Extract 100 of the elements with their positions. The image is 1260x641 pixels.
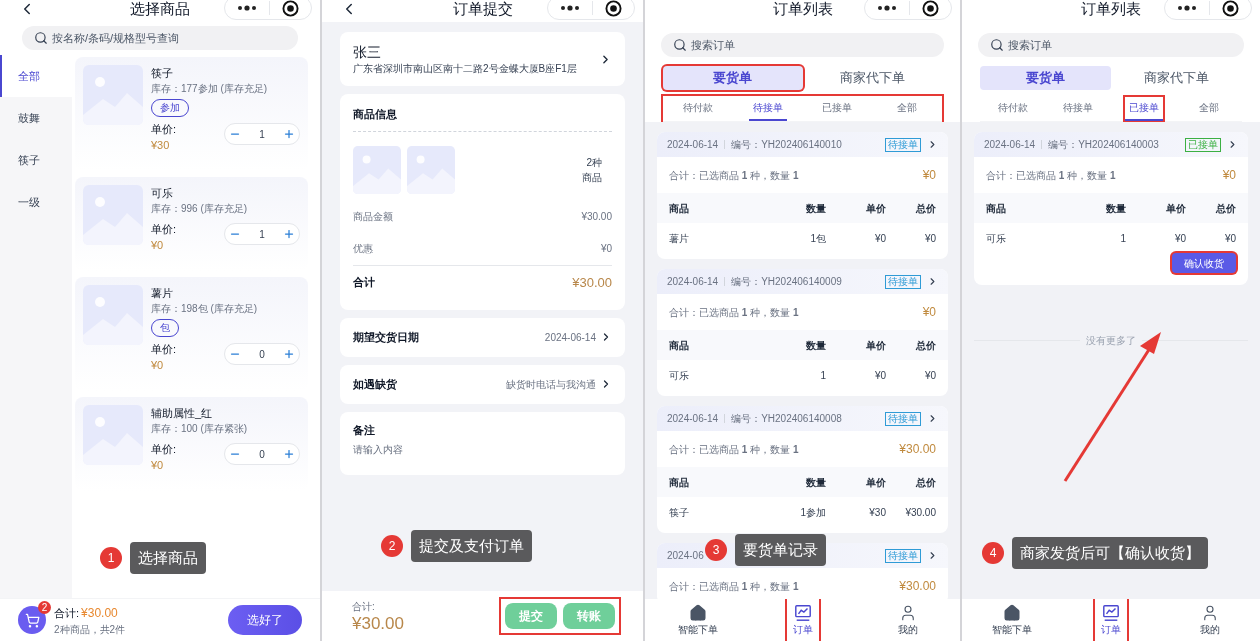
amount-label: 商品金额 [353,209,393,224]
status-tab[interactable]: 待接单 [1059,96,1098,121]
target-icon[interactable] [282,0,299,17]
column-header: 单价 [865,338,886,353]
category-item[interactable]: 一级 [0,181,72,223]
option-label: 如遇缺货 [353,376,398,392]
address-card[interactable]: 张三 广东省深圳市南山区南十二路2号金蝶大厦B座F1层 [340,32,625,86]
confirm-button[interactable]: 选好了 [228,605,302,635]
status-tag: 待接单 [885,137,921,152]
quantity-value: 0 [259,447,265,462]
confirm-receipt-button[interactable]: 确认收货 [1172,253,1236,273]
category-item[interactable]: 鼓舞 [0,97,72,139]
nav-item[interactable]: 我的 [1194,599,1227,641]
plus-button[interactable] [283,348,295,360]
plus-button[interactable] [283,128,295,140]
price-label: 单价: [151,442,177,457]
nav-item[interactable]: 订单 [1095,599,1127,641]
nav-item[interactable]: 智能下单 [985,599,1038,641]
target-icon[interactable] [1222,0,1239,17]
order-card[interactable]: 2024-06-14 编号：YH202406140008 待接单 合计：已选商品 1 种，数量 1 ¥30.00 商品 数量 单价 总价 筷子 1参加 ¥30 ¥30.00 [657,406,948,533]
column-header: 商品 [669,201,690,216]
stock-info: 库存：177参加 (库存充足) [151,82,269,96]
order-type-tab[interactable]: 要货单 [663,66,803,90]
more-icon[interactable] [877,5,897,11]
nav-item[interactable]: 智能下单 [671,599,724,641]
plus-button[interactable] [283,448,295,460]
more-icon[interactable] [560,5,580,11]
product-name: 筷子 [151,66,174,81]
capsule-menu[interactable] [547,0,635,20]
column-header: 总价 [914,201,936,216]
capsule-menu[interactable] [864,0,952,20]
column-header: 数量 [1105,201,1126,216]
column-header: 数量 [805,475,826,490]
table-cell-text: ¥0 [1223,231,1236,246]
status-tab[interactable]: 已接单 [818,96,857,121]
section-title: 商品信息 [353,106,612,132]
table-cell-text: 薯片 [669,231,690,246]
order-number: 编号：YH202406140009 [731,275,842,289]
target-icon[interactable] [922,0,939,17]
product-price: ¥0 [151,238,165,253]
end-of-list: 没有更多了 [1086,333,1136,348]
order-type-tab[interactable]: 商家代下单 [1111,66,1242,90]
order-summary: 合计：已选商品 1 种，数量 1 [986,168,1116,183]
cart-badge: 2 [38,601,51,614]
remark-field[interactable]: 请输入内容 [353,442,612,457]
stock-info: 库存：100 (库存紧张) [151,422,249,436]
nav-item[interactable]: 订单 [786,599,819,641]
option-row[interactable]: 期望交货日期 2024-06-14 [340,317,625,357]
price-label: 单价: [151,342,177,357]
column-header: 单价 [1165,201,1186,216]
table-cell-text: ¥0 [873,368,886,383]
status-tab[interactable]: 全部 [893,96,922,121]
table-cell-text: 1包 [809,231,826,246]
option-row[interactable]: 如遇缺货 缺货时电话与我沟通 [340,364,625,404]
cart-summary: 2种商品，共2件 [54,622,127,637]
plus-button[interactable] [283,228,295,240]
nav-item[interactable]: 我的 [891,599,924,641]
more-icon[interactable] [1177,5,1197,11]
status-tab[interactable]: 全部 [1195,96,1224,121]
cart-icon [24,612,40,628]
status-tab[interactable]: 已接单 [1124,96,1163,121]
target-icon[interactable] [605,0,622,17]
order-type-tab[interactable]: 要货单 [980,66,1111,90]
order-date: 2024-06 [667,549,704,563]
product-name: 可乐 [151,186,174,201]
search-field[interactable]: 搜索订单 [978,33,1244,57]
order-date: 2024-06-14 [667,275,719,289]
order-total: ¥0 [1222,167,1236,184]
table-cell-text: ¥0 [923,231,936,246]
more-icon[interactable] [237,5,257,11]
column-header: 单价 [865,201,886,216]
cart-total: ¥30.00 [81,604,118,622]
option-label: 期望交货日期 [353,329,420,345]
table-cell-text: ¥30 [868,505,886,520]
status-tag: 待接单 [885,548,921,563]
category-item[interactable]: 全部 [0,55,72,97]
column-header: 商品 [986,201,1007,216]
remark-label: 备注 [353,422,376,438]
quantity-value: 1 [259,127,265,142]
step-tooltip: 选择商品 [130,542,206,574]
column-header: 数量 [805,201,826,216]
status-tab[interactable]: 待付款 [993,96,1032,121]
column-header: 总价 [914,338,936,353]
order-card[interactable]: 2024-06-14 编号：YH202406140009 待接单 合计：已选商品 1 种，数量 1 ¥0 商品 数量 单价 总价 可乐 1 ¥0 ¥0 [657,269,948,396]
capsule-menu[interactable] [1164,0,1252,20]
category-item[interactable]: 筷子 [0,139,72,181]
order-card[interactable]: 2024-06-14 编号：YH202406140010 待接单 合计：已选商品 1 种，数量 1 ¥0 商品 数量 单价 总价 薯片 1包 ¥0 ¥0 [657,132,948,259]
order-card[interactable]: 2024-06-14 编号：YH202406140003 已接单 合计：已选商品 1 种，数量 1 ¥0 商品 数量 单价 总价 可乐 1 ¥0 ¥0 确认收货 [974,132,1248,285]
status-tab[interactable]: 待接单 [748,96,787,121]
chart-icon [793,603,812,622]
capsule-menu[interactable] [224,0,312,20]
order-type-tab[interactable]: 商家代下单 [802,66,942,90]
status-tab[interactable]: 待付款 [678,96,717,121]
search-field[interactable]: 搜索订单 [661,33,944,57]
column-header: 数量 [805,338,826,353]
home-icon [688,603,707,622]
order-number: 编号：YH202406140008 [731,412,842,426]
column-header: 总价 [1214,201,1236,216]
stock-info: 库存：996 (库存充足) [151,202,249,216]
search-field[interactable]: 按名称/条码/规格型号查询 [22,26,298,50]
